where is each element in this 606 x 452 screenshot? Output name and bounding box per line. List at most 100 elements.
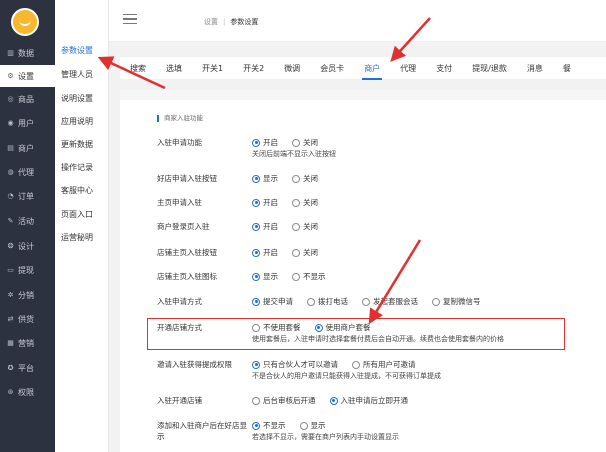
tab-3[interactable]: 开关2 xyxy=(233,57,274,79)
sidebar-item-0[interactable]: ▥ 数据 xyxy=(0,42,55,64)
tab-9[interactable]: 提现/退款 xyxy=(462,57,517,79)
sidebar-item-9[interactable]: ▭ 提现 xyxy=(0,259,55,281)
radio-button[interactable] xyxy=(252,222,260,231)
sidebar-item-11[interactable]: ⇄ 供货 xyxy=(0,308,55,330)
radio-button[interactable] xyxy=(352,360,360,369)
radio-option[interactable]: 入驻申请后立即开通 xyxy=(329,395,408,406)
sidebar-item-13[interactable]: ✪ 平台 xyxy=(0,357,55,379)
menu-toggle-icon[interactable] xyxy=(123,14,137,24)
share-icon: ✲ xyxy=(7,291,14,299)
radio-option[interactable]: 不显示 xyxy=(252,420,286,431)
permission-icon: ⊛ xyxy=(7,388,14,396)
radio-option[interactable]: 不显示 xyxy=(292,271,326,282)
radio-option[interactable]: 提交申请 xyxy=(252,296,293,307)
submenu-item-7[interactable]: 页面入口 xyxy=(55,204,109,224)
submenu-item-1[interactable]: 管理人员 xyxy=(55,64,109,84)
setting-label: 商户登录页入驻 xyxy=(157,222,210,231)
radio-option[interactable]: 开启 xyxy=(252,247,278,258)
sidebar-item-4[interactable]: ▤ 商户 xyxy=(0,137,55,159)
sidebar-item-5[interactable]: ◍ 代理 xyxy=(0,161,55,183)
radio-button[interactable] xyxy=(292,272,300,281)
radio-label: 拨打电话 xyxy=(318,297,348,306)
radio-button[interactable] xyxy=(292,138,300,147)
tab-1[interactable]: 选填 xyxy=(156,57,192,79)
tab-0[interactable]: 搜索 xyxy=(120,57,156,79)
radio-option[interactable]: 关闭 xyxy=(292,221,318,232)
submenu-item-4[interactable]: 更新数据 xyxy=(55,134,109,154)
sidebar-item-label: 营销 xyxy=(18,338,34,348)
sidebar-item-6[interactable]: ◔ 订单 xyxy=(0,185,55,207)
radio-button[interactable] xyxy=(292,174,300,183)
submenu-item-2[interactable]: 说明设置 xyxy=(55,88,109,108)
radio-option[interactable]: 开启 xyxy=(252,137,278,148)
tab-11[interactable]: 餐 xyxy=(553,57,581,79)
tab-10[interactable]: 消息 xyxy=(517,57,553,79)
radio-group: 开启 关闭 xyxy=(252,221,332,232)
sidebar-item-1[interactable]: ⚙ 设置 xyxy=(0,65,55,87)
radio-option[interactable]: 显示 xyxy=(252,271,278,282)
radio-option[interactable]: 关闭 xyxy=(292,247,318,258)
radio-button[interactable] xyxy=(252,297,260,306)
sidebar-item-8[interactable]: ❂ 设计 xyxy=(0,235,55,257)
radio-button[interactable] xyxy=(252,174,260,183)
radio-label: 发起套服会话 xyxy=(373,297,418,306)
sidebar-item-12[interactable]: ▦ 营销 xyxy=(0,332,55,354)
radio-button[interactable] xyxy=(252,272,260,281)
radio-option[interactable]: 发起套服会话 xyxy=(362,296,418,307)
radio-option[interactable]: 开启 xyxy=(252,221,278,232)
sidebar-item-7[interactable]: ✎ 活动 xyxy=(0,210,55,232)
radio-option[interactable]: 只有合伙人才可以邀请 xyxy=(252,359,338,370)
radio-button[interactable] xyxy=(362,297,370,306)
radio-button[interactable] xyxy=(252,198,260,207)
radio-option[interactable]: 所有用户可邀请 xyxy=(352,359,416,370)
radio-button[interactable] xyxy=(299,421,308,430)
section-title: 商家入驻功能 xyxy=(157,115,203,122)
radio-button[interactable] xyxy=(252,248,260,257)
radio-button[interactable] xyxy=(292,248,300,257)
sidebar-item-3[interactable]: ◉ 用户 xyxy=(0,112,55,134)
tab-5[interactable]: 会员卡 xyxy=(310,57,354,79)
radio-option[interactable]: 显示 xyxy=(299,420,326,431)
sidebar-item-label: 分销 xyxy=(18,290,34,300)
radio-option[interactable]: 后台审核后开通 xyxy=(252,395,316,406)
tab-6[interactable]: 商户 xyxy=(354,57,390,80)
radio-button[interactable] xyxy=(432,297,440,306)
submenu-item-8[interactable]: 运营秘明 xyxy=(55,227,109,247)
tab-8[interactable]: 支付 xyxy=(426,57,462,79)
tab-4[interactable]: 微调 xyxy=(274,57,310,79)
radio-option[interactable]: 关闭 xyxy=(292,197,318,208)
radio-button[interactable] xyxy=(252,396,260,405)
submenu-item-3[interactable]: 应用说明 xyxy=(55,111,109,131)
breadcrumb-parent[interactable]: 设置 xyxy=(204,18,218,26)
sidebar-item-10[interactable]: ✲ 分销 xyxy=(0,284,55,306)
radio-button[interactable] xyxy=(329,396,338,405)
radio-option[interactable]: 复制微信号 xyxy=(432,296,481,307)
radio-option[interactable]: 关闭 xyxy=(292,173,318,184)
tab-2[interactable]: 开关1 xyxy=(192,57,233,79)
radio-label: 不显示 xyxy=(303,272,326,281)
radio-option[interactable]: 关闭 xyxy=(292,137,318,148)
radio-button[interactable] xyxy=(252,421,260,430)
radio-button[interactable] xyxy=(292,198,300,207)
submenu-item-6[interactable]: 客服中心 xyxy=(55,180,109,200)
sidebar-item-2[interactable]: ◎ 商品 xyxy=(0,88,55,110)
radio-label: 开启 xyxy=(263,198,278,207)
radio-group: 开启 关闭 xyxy=(252,247,332,258)
settings-tabs: 搜索 选填 开关1 开关2 微调 会员卡 商户 代理 支付 提现/退款 消息餐 xyxy=(120,57,606,80)
radio-option[interactable]: 拨打电话 xyxy=(307,296,348,307)
radio-button[interactable] xyxy=(252,138,260,147)
radio-label: 所有用户可邀请 xyxy=(363,360,416,369)
sidebar-item-label: 商户 xyxy=(18,143,34,153)
radio-button[interactable] xyxy=(252,360,260,369)
sidebar-item-14[interactable]: ⊛ 权限 xyxy=(0,381,55,403)
submenu-item-5[interactable]: 操作记录 xyxy=(55,157,109,177)
radio-group: 显示 关闭 xyxy=(252,173,332,184)
radio-button[interactable] xyxy=(292,222,300,231)
sidebar-item-label: 用户 xyxy=(18,118,34,128)
tab-7[interactable]: 代理 xyxy=(390,57,426,79)
radio-group: 后台审核后开通 入驻申请后立即开通 xyxy=(252,395,422,406)
radio-option[interactable]: 显示 xyxy=(252,173,278,184)
radio-button[interactable] xyxy=(307,297,315,306)
radio-option[interactable]: 开启 xyxy=(252,197,278,208)
submenu-item-0[interactable]: 参数设置 xyxy=(55,40,109,60)
